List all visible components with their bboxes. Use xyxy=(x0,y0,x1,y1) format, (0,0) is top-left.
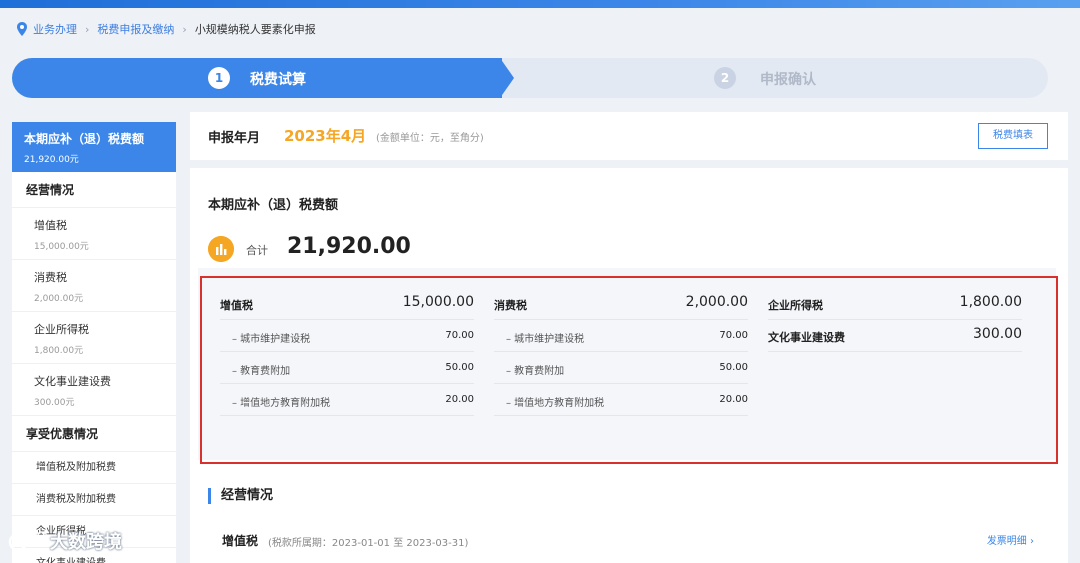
business-section-title: 经营情况 xyxy=(208,488,273,504)
sidebar-item-label: 消费税 xyxy=(34,271,67,284)
invoice-detail-link[interactable]: 发票明细 › xyxy=(987,532,1034,547)
top-banner xyxy=(0,0,1080,8)
location-pin-icon xyxy=(17,22,27,36)
sidebar-sub-vat-surcharge[interactable]: 增值税及附加税费 xyxy=(12,452,176,484)
breadcrumb-business[interactable]: 业务办理 xyxy=(33,21,77,37)
breadcrumb-separator-icon: › xyxy=(85,22,90,36)
bar-chart-icon xyxy=(208,236,234,262)
sidebar-item-amount: 1,800.00元 xyxy=(34,346,84,356)
step-tax-calculation[interactable]: 1 税费试算 xyxy=(12,58,502,98)
period-bar: 申报年月 2023年4月 (金额单位：元，至角分) 税费填表 xyxy=(190,112,1068,160)
sidebar-section-business: 经营情况 xyxy=(12,172,176,208)
watermark-logo-icon xyxy=(8,531,45,552)
sidebar-item-label: 本期应补（退）税费额 xyxy=(24,132,145,146)
sidebar-item-total[interactable]: 本期应补（退）税费额 21,920.00元 xyxy=(12,122,176,172)
sidebar-section-preferential: 享受优惠情况 xyxy=(12,416,176,452)
sidebar-item-amount: 2,000.00元 xyxy=(34,294,84,304)
watermark: 大数跨境 xyxy=(8,528,122,554)
highlight-frame xyxy=(200,276,1058,464)
step-number: 1 xyxy=(208,67,230,89)
sidebar-item-vat[interactable]: 增值税 15,000.00元 xyxy=(12,208,176,260)
breadcrumb: 业务办理 › 税费申报及缴纳 › 小规模纳税人要素化申报 xyxy=(16,20,316,38)
watermark-text: 大数跨境 xyxy=(50,532,122,553)
sidebar-item-amount: 21,920.00元 xyxy=(24,155,79,165)
sidebar: 本期应补（退）税费额 21,920.00元 经营情况 增值税 15,000.00… xyxy=(12,122,176,563)
period-value: 2023年4月 xyxy=(284,127,367,145)
main-panel: 本期应补（退）税费额 合计 21,920.00 增值税 15,000.00 – … xyxy=(190,168,1068,563)
breadcrumb-separator-icon: › xyxy=(182,22,187,36)
period-unit-note: (金额单位：元，至角分) xyxy=(376,133,484,144)
step-declaration-confirm[interactable]: 申报确认 xyxy=(760,69,816,89)
step-label: 税费试算 xyxy=(250,72,306,88)
step-number: 2 xyxy=(714,67,736,89)
sidebar-item-cultural-fee[interactable]: 文化事业建设费 300.00元 xyxy=(12,364,176,416)
sidebar-item-consumption-tax[interactable]: 消费税 2,000.00元 xyxy=(12,260,176,312)
sidebar-item-amount: 15,000.00元 xyxy=(34,242,89,252)
summary-title: 本期应补（退）税费额 xyxy=(208,198,339,213)
sidebar-sub-consumption-surcharge[interactable]: 消费税及附加税费 xyxy=(12,484,176,516)
fill-form-button[interactable]: 税费填表 xyxy=(978,123,1048,149)
sidebar-item-label: 增值税 xyxy=(34,219,67,232)
total-label: 合计 xyxy=(246,244,268,257)
total-value: 21,920.00 xyxy=(287,234,411,259)
sidebar-item-label: 文化事业建设费 xyxy=(34,375,111,388)
step-progress: 1 税费试算 2 申报确认 xyxy=(12,58,1048,98)
sidebar-item-label: 企业所得税 xyxy=(34,323,89,336)
breadcrumb-tax-filing[interactable]: 税费申报及缴纳 xyxy=(97,21,174,37)
sidebar-item-corporate-income-tax[interactable]: 企业所得税 1,800.00元 xyxy=(12,312,176,364)
breadcrumb-current: 小规模纳税人要素化申报 xyxy=(194,23,316,36)
vat-label: 增值税 xyxy=(222,534,259,548)
vat-tax-period: (税款所属期：2023-01-01 至 2023-03-31) xyxy=(268,538,469,549)
step-arrow xyxy=(500,58,514,98)
sidebar-item-amount: 300.00元 xyxy=(34,398,75,408)
period-label: 申报年月 xyxy=(208,131,261,146)
